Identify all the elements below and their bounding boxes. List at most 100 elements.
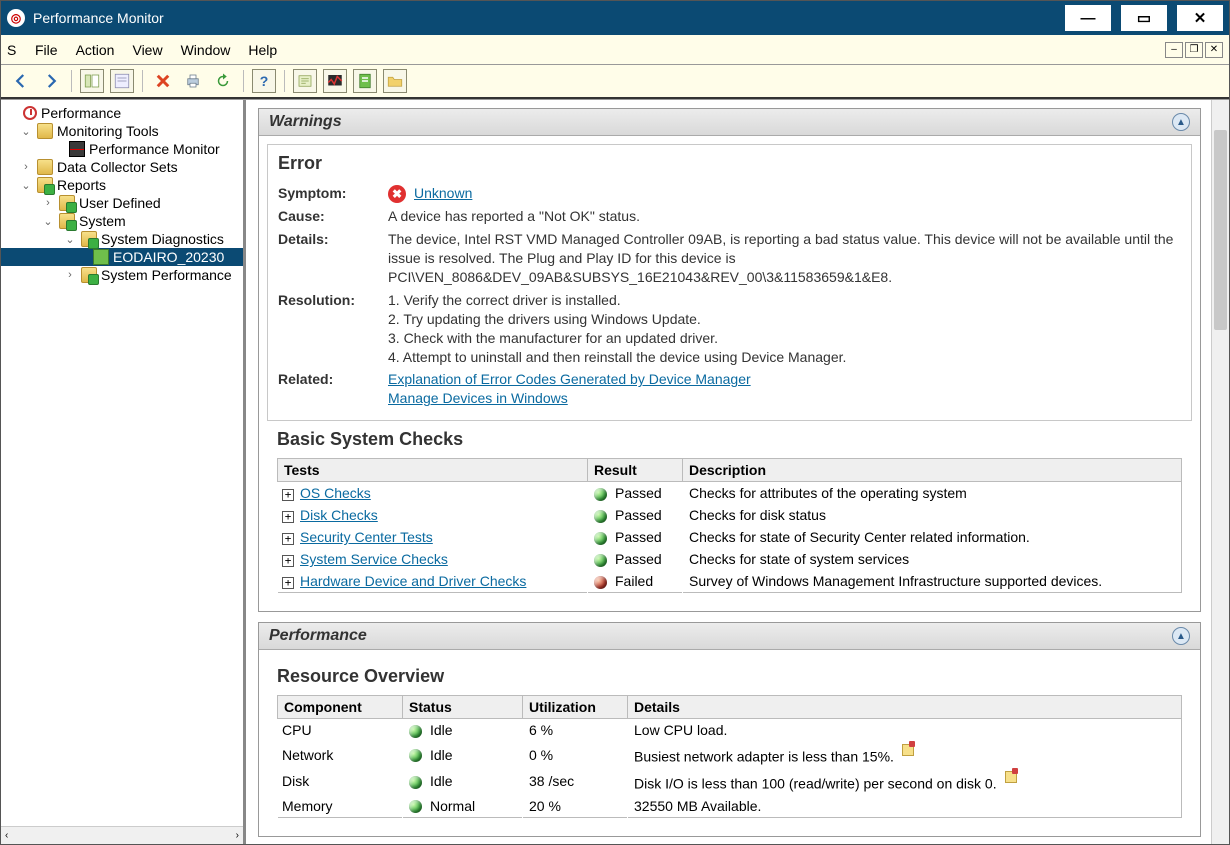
- tree-monitoring-tools[interactable]: Monitoring Tools: [57, 123, 159, 139]
- result-text: Passed: [615, 529, 662, 545]
- test-link[interactable]: Security Center Tests: [300, 529, 433, 545]
- twisty-icon[interactable]: ⌄: [19, 125, 33, 138]
- mdi-minimize-button[interactable]: –: [1165, 42, 1183, 58]
- related-link[interactable]: Explanation of Error Codes Generated by …: [388, 371, 751, 387]
- details-label: Details:: [278, 230, 388, 287]
- print-button[interactable]: [181, 69, 205, 93]
- delete-button[interactable]: [151, 69, 175, 93]
- menu-view[interactable]: View: [132, 42, 162, 58]
- error-title: Error: [278, 153, 1181, 174]
- open-folder-button[interactable]: [383, 69, 407, 93]
- note-icon[interactable]: [1005, 771, 1017, 783]
- show-hide-tree-button[interactable]: [80, 69, 104, 93]
- table-row: +System Service ChecksPassedChecks for s…: [278, 548, 1182, 570]
- navigation-tree[interactable]: Performance ⌄ Monitoring Tools Performanc…: [1, 100, 246, 844]
- related-link[interactable]: Manage Devices in Windows: [388, 390, 568, 406]
- tree-performance-monitor[interactable]: Performance Monitor: [89, 141, 220, 157]
- twisty-icon[interactable]: ⌄: [41, 215, 55, 228]
- tree-system-performance[interactable]: System Performance: [101, 267, 232, 283]
- menu-bar: S File Action View Window Help – ❐ ✕: [1, 35, 1229, 65]
- help-button[interactable]: ?: [252, 69, 276, 93]
- description-text: Survey of Windows Management Infrastruct…: [683, 570, 1182, 593]
- basic-checks-heading: Basic System Checks: [277, 429, 1182, 450]
- status-dot-icon: [409, 725, 422, 738]
- tree-data-collector-sets[interactable]: Data Collector Sets: [57, 159, 178, 175]
- report-content: Warnings ▲ Error Symptom: ✖Unknown Cause…: [246, 100, 1229, 844]
- performance-monitor-button[interactable]: [323, 69, 347, 93]
- description-text: Checks for state of Security Center rela…: [683, 526, 1182, 548]
- result-text: Passed: [615, 551, 662, 567]
- table-row: +Disk ChecksPassedChecks for disk status: [278, 504, 1182, 526]
- test-link[interactable]: OS Checks: [300, 485, 371, 501]
- monitor-icon: [69, 141, 85, 157]
- collapse-icon[interactable]: ▲: [1172, 627, 1190, 645]
- status-dot-icon: [409, 800, 422, 813]
- component-cell: Disk: [278, 768, 403, 795]
- menu-file[interactable]: File: [35, 42, 58, 58]
- status-dot-icon: [594, 488, 607, 501]
- minimize-button[interactable]: —: [1065, 5, 1111, 31]
- table-row: CPUIdle6 %Low CPU load.: [278, 719, 1182, 742]
- status-dot-icon: [409, 776, 422, 789]
- col-component: Component: [278, 696, 403, 719]
- resolution-step: 1. Verify the correct driver is installe…: [388, 291, 1181, 310]
- component-cell: Memory: [278, 795, 403, 818]
- report-button[interactable]: [353, 69, 377, 93]
- status-text: Idle: [430, 747, 453, 763]
- twisty-icon[interactable]: ⌄: [19, 179, 33, 192]
- table-row: + Security Center Tests Passed Checks for s…: [278, 526, 1182, 548]
- symptom-label: Symptom:: [278, 184, 388, 203]
- refresh-button[interactable]: [211, 69, 235, 93]
- mdi-close-button[interactable]: ✕: [1205, 42, 1223, 58]
- utilization-cell: 0 %: [523, 741, 628, 768]
- symptom-link[interactable]: Unknown: [414, 185, 472, 201]
- mdi-restore-button[interactable]: ❐: [1185, 42, 1203, 58]
- back-button[interactable]: [9, 69, 33, 93]
- view-log-button[interactable]: [293, 69, 317, 93]
- tree-reports[interactable]: Reports: [57, 177, 106, 193]
- test-link[interactable]: Hardware Device and Driver Checks: [300, 573, 526, 589]
- performance-heading: Performance: [269, 627, 367, 645]
- status-dot-icon: [594, 576, 607, 589]
- resource-overview-heading: Resource Overview: [277, 666, 1182, 687]
- menu-help[interactable]: Help: [248, 42, 277, 58]
- tree-system-diagnostics[interactable]: System Diagnostics: [101, 231, 224, 247]
- twisty-icon[interactable]: ›: [41, 197, 55, 209]
- window-controls: — ▭ ✕: [1065, 5, 1223, 31]
- expand-icon[interactable]: +: [282, 489, 294, 501]
- tree-horizontal-scrollbar[interactable]: ‹›: [1, 826, 243, 844]
- content-vertical-scrollbar[interactable]: [1211, 100, 1229, 844]
- col-status: Status: [403, 696, 523, 719]
- forward-button[interactable]: [39, 69, 63, 93]
- menu-action[interactable]: Action: [76, 42, 115, 58]
- app-window: ◎ Performance Monitor — ▭ ✕ S File Actio…: [0, 0, 1230, 845]
- twisty-icon[interactable]: ›: [19, 161, 33, 173]
- tree-system[interactable]: System: [79, 213, 126, 229]
- error-section: Error Symptom: ✖Unknown Cause: A device …: [267, 144, 1192, 421]
- test-link[interactable]: Disk Checks: [300, 507, 378, 523]
- description-text: Checks for disk status: [683, 504, 1182, 526]
- collapse-icon[interactable]: ▲: [1172, 113, 1190, 131]
- twisty-icon[interactable]: ⌄: [63, 233, 77, 246]
- expand-icon[interactable]: +: [282, 533, 294, 545]
- note-icon[interactable]: [902, 744, 914, 756]
- status-text: Idle: [430, 722, 453, 738]
- details-value: The device, Intel RST VMD Managed Contro…: [388, 230, 1181, 287]
- system-menu-icon[interactable]: S: [7, 42, 17, 58]
- twisty-icon[interactable]: ›: [63, 269, 77, 281]
- maximize-button[interactable]: ▭: [1121, 5, 1167, 31]
- folder-icon: [81, 231, 97, 247]
- resolution-step: 4. Attempt to uninstall and then reinsta…: [388, 348, 1181, 367]
- tree-user-defined[interactable]: User Defined: [79, 195, 161, 211]
- tree-performance[interactable]: Performance: [41, 105, 121, 121]
- test-link[interactable]: System Service Checks: [300, 551, 448, 567]
- expand-icon[interactable]: +: [282, 511, 294, 523]
- col-result: Result: [588, 459, 683, 482]
- expand-icon[interactable]: +: [282, 577, 294, 589]
- title-bar: ◎ Performance Monitor — ▭ ✕: [1, 1, 1229, 35]
- properties-button[interactable]: [110, 69, 134, 93]
- close-button[interactable]: ✕: [1177, 5, 1223, 31]
- tree-selected-report[interactable]: EODAIRO_20230: [113, 249, 224, 265]
- expand-icon[interactable]: +: [282, 555, 294, 567]
- menu-window[interactable]: Window: [181, 42, 231, 58]
